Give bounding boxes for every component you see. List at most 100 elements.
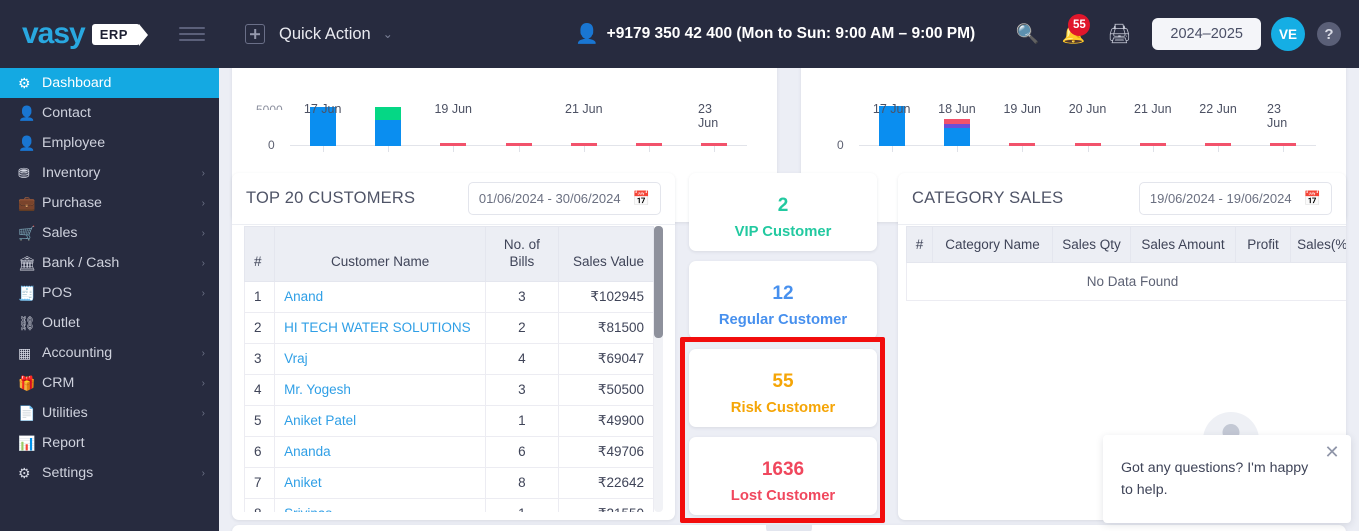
help-icon[interactable]: ? bbox=[1317, 22, 1341, 46]
settings-gear-icon: ⚙ bbox=[18, 464, 31, 481]
customer-link[interactable]: HI TECH WATER SOLUTIONS bbox=[284, 320, 471, 335]
customer-link[interactable]: Aniket Patel bbox=[284, 413, 356, 428]
sidebar-item-inventory[interactable]: ⛃ Inventory › bbox=[0, 158, 219, 188]
customer-link[interactable]: Mr. Yogesh bbox=[284, 382, 351, 397]
category-sales-table-wrap: # Category Name Sales Qty Sales Amount P… bbox=[906, 226, 1346, 301]
notification-bell-icon[interactable]: 🔔 55 bbox=[1050, 11, 1096, 57]
customer-link[interactable]: Srivinas bbox=[284, 506, 332, 512]
plus-square-icon[interactable] bbox=[245, 24, 265, 44]
table-row[interactable]: 7 Aniket 8 ₹22642 bbox=[244, 466, 655, 499]
crm-gift-icon: 🎁 bbox=[18, 374, 36, 391]
cell-index: 5 bbox=[244, 404, 276, 437]
x-axis-tickmark bbox=[649, 146, 651, 152]
sidebar-item-sales[interactable]: 🛒 Sales › bbox=[0, 218, 219, 248]
chat-message-bubble[interactable]: ✕ Got any questions? I'm happy to help. bbox=[1103, 435, 1351, 523]
chevron-down-icon[interactable]: ⌄ bbox=[383, 27, 393, 41]
sidebar-item-label: Settings bbox=[42, 465, 94, 481]
category-sales-date-range-picker[interactable]: 19/06/2024 - 19/06/2024 📅 bbox=[1138, 182, 1332, 215]
top-customers-table-scroll[interactable]: # Customer Name No. of Bills Sales Value… bbox=[244, 226, 663, 512]
x-axis-tickmark bbox=[1218, 146, 1220, 152]
x-axis-tick-label: 23 Jun bbox=[1267, 102, 1288, 130]
customer-link[interactable]: Aniket bbox=[284, 475, 322, 490]
sidebar-item-utilities[interactable]: 📄 Utilities › bbox=[0, 398, 219, 428]
purchase-bag-icon: 💼 bbox=[18, 194, 36, 211]
sidebar-item-accounting[interactable]: ▦ Accounting › bbox=[0, 338, 219, 368]
sidebar-item-pos[interactable]: 🧾 POS › bbox=[0, 278, 219, 308]
fiscal-year-selector[interactable]: 2024–2025 bbox=[1152, 18, 1261, 50]
sidebar-item-employee[interactable]: 👤 Employee bbox=[0, 128, 219, 158]
chevron-right-icon: › bbox=[201, 287, 205, 299]
x-axis-tick-label: 22 Jun bbox=[1199, 102, 1237, 116]
chart-bar-segment bbox=[374, 107, 401, 120]
dashboard-page: vasy ERP Quick Action ⌄ 👤 +9179 350 42 4… bbox=[0, 0, 1359, 531]
sidebar-item-outlet[interactable]: ⛓ Outlet bbox=[0, 308, 219, 338]
sidebar-item-bank-cash[interactable]: 🏛 Bank / Cash › bbox=[0, 248, 219, 278]
top-customers-date-range-picker[interactable]: 01/06/2024 - 30/06/2024 📅 bbox=[467, 182, 661, 215]
quick-action-button[interactable]: Quick Action bbox=[279, 25, 371, 44]
cell-customer-name: Vraj bbox=[274, 342, 487, 375]
table-row[interactable]: 6 Ananda 6 ₹49706 bbox=[244, 435, 655, 468]
table-row[interactable]: 4 Mr. Yogesh 3 ₹50500 bbox=[244, 373, 655, 406]
x-axis-tickmark bbox=[583, 146, 585, 152]
page-title: TOP 20 CUSTOMERS bbox=[246, 189, 416, 207]
close-icon[interactable]: ✕ bbox=[1323, 443, 1341, 461]
cell-sales-value: ₹49900 bbox=[557, 404, 655, 437]
col-index: # bbox=[906, 226, 933, 263]
chevron-right-icon: › bbox=[201, 227, 205, 239]
cell-customer-name: Mr. Yogesh bbox=[274, 373, 487, 406]
cell-index: 3 bbox=[244, 342, 276, 375]
stat-card-regular-customer[interactable]: 12 Regular Customer bbox=[689, 261, 877, 339]
top-customers-header: TOP 20 CUSTOMERS 01/06/2024 - 30/06/2024… bbox=[232, 173, 675, 225]
stat-card-lost-customer[interactable]: 1636 Lost Customer bbox=[689, 437, 877, 515]
hamburger-icon[interactable] bbox=[179, 27, 205, 41]
search-icon[interactable]: 🔍 bbox=[1004, 11, 1050, 57]
stat-label: VIP Customer bbox=[734, 223, 832, 240]
x-axis-tick-label: 17 Jun bbox=[872, 102, 911, 116]
table-scrollbar-track[interactable] bbox=[654, 226, 663, 512]
customer-link[interactable]: Vraj bbox=[284, 351, 308, 366]
chart-plot-left: 5000 0 17 Jun 19 Jun 21 Jun 23 Jun bbox=[256, 102, 747, 170]
sidebar-item-crm[interactable]: 🎁 CRM › bbox=[0, 368, 219, 398]
support-phone-block: 👤 +9179 350 42 400 (Mon to Sun: 9:00 AM … bbox=[575, 25, 975, 44]
brand-logo[interactable]: vasy ERP bbox=[0, 19, 165, 49]
table-scrollbar-thumb[interactable] bbox=[654, 226, 663, 338]
table-row[interactable]: 8 Srivinas 1₹21550 bbox=[244, 497, 655, 512]
customer-link[interactable]: Ananda bbox=[284, 444, 331, 459]
x-axis-tick-label: 20 Jun bbox=[1068, 102, 1107, 116]
calendar-icon: 📅 bbox=[632, 190, 650, 206]
chevron-right-icon: › bbox=[201, 197, 205, 209]
user-avatar[interactable]: VE bbox=[1271, 17, 1305, 51]
sidebar-item-contact[interactable]: 👤 Contact bbox=[0, 98, 219, 128]
support-phone-text: +9179 350 42 400 (Mon to Sun: 9:00 AM – … bbox=[606, 25, 976, 42]
sidebar-item-dashboard[interactable]: ⚙ Dashboard bbox=[0, 68, 219, 98]
x-axis-tickmark bbox=[1022, 146, 1024, 152]
sidebar-item-report[interactable]: 📊 Report bbox=[0, 428, 219, 458]
table-row[interactable]: 5 Aniket Patel 1 ₹49900 bbox=[244, 404, 655, 437]
sidebar-item-label: CRM bbox=[42, 375, 75, 391]
customer-link[interactable]: Anand bbox=[284, 289, 323, 304]
x-axis-tickmark bbox=[387, 146, 389, 152]
stat-card-risk-customer[interactable]: 55 Risk Customer bbox=[689, 349, 877, 427]
category-sales-header: CATEGORY SALES 19/06/2024 - 19/06/2024 📅 bbox=[898, 173, 1346, 225]
cell-no-of-bills: 8 bbox=[485, 466, 559, 499]
x-axis-tick-label: 19 Jun bbox=[1003, 102, 1041, 116]
col-category-name: Category Name bbox=[932, 226, 1053, 263]
stat-label: Lost Customer bbox=[730, 487, 836, 504]
accounting-grid-icon: ▦ bbox=[18, 344, 32, 361]
cell-sales-value: ₹22642 bbox=[557, 466, 655, 499]
cell-sales-value: ₹49706 bbox=[557, 435, 655, 468]
table-row[interactable]: 3 Vraj 4 ₹69047 bbox=[244, 342, 655, 375]
contact-icon: 👤 bbox=[18, 104, 36, 121]
x-axis-tickmark bbox=[1152, 146, 1154, 152]
chevron-right-icon: › bbox=[201, 257, 205, 269]
sidebar-item-purchase[interactable]: 💼 Purchase › bbox=[0, 188, 219, 218]
x-axis-tickmark bbox=[1087, 146, 1089, 152]
table-row[interactable]: 2 HI TECH WATER SOLUTIONS 2 ₹81500 bbox=[244, 311, 655, 344]
table-row[interactable]: 1 Anand 3 ₹102945 bbox=[244, 280, 655, 313]
category-sales-table: # Category Name Sales Qty Sales Amount P… bbox=[906, 226, 1346, 301]
stat-label: Risk Customer bbox=[730, 399, 836, 416]
stat-card-vip-customer[interactable]: 2 VIP Customer bbox=[689, 173, 877, 251]
sidebar-item-settings[interactable]: ⚙ Settings › bbox=[0, 458, 219, 488]
sidebar-item-label: Utilities bbox=[42, 405, 88, 421]
printer-icon[interactable]: 🖨 bbox=[1096, 11, 1142, 57]
